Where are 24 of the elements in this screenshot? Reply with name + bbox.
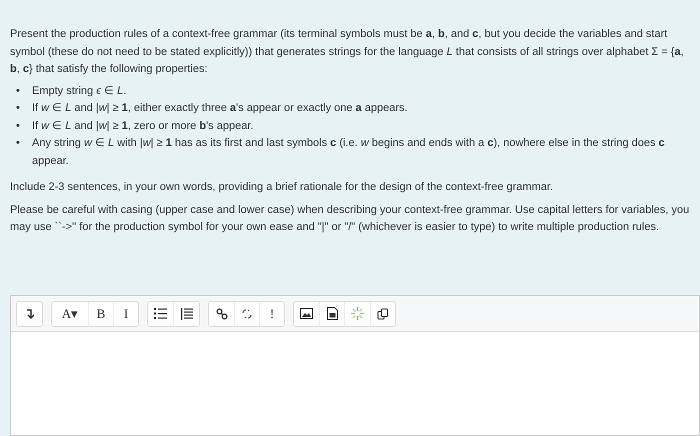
bullet: •	[16, 118, 21, 134]
instruction-text: Please be careful with casing (upper case and lower case) when describing your context-free grammar. Use capital letters for variables, you may use ``->'' for the production symbol for your own ease and "|" or "/" (whichever is easier to type) to write multiple production rules.	[10, 202, 690, 235]
format-button[interactable]: B	[88, 302, 113, 326]
property-item: If w ∈ L and |w| ≥ 1, zero or more b's appear.	[32, 118, 254, 134]
image-icon	[300, 308, 313, 319]
numbered-list-icon	[180, 308, 193, 320]
media-file-icon	[326, 307, 338, 320]
bullet: •	[16, 136, 21, 151]
format-button[interactable]: !	[259, 302, 284, 326]
instruction-text: Include 2-3 sentences, in your own words, providing a brief rationale for the design of the context-free grammar.	[10, 180, 554, 195]
property-item: If w ∈ L and |w| ≥ 1, either exactly three a's appear or exactly one a appears.	[32, 101, 408, 116]
question-text: Present the production rules of a context-free grammar (its terminal symbols must be a, b, and c, but you decide the variables and start symbol (these do not need to be stated explicitly)) that generates strings for the language L that consists of all strings over alphabet Σ = {a, b, c} that satisfy the following properties:	[10, 27, 685, 77]
text-editor[interactable]: A▾ B I !	[10, 295, 700, 436]
property-item: Empty string ϵ ∈ L.	[32, 84, 126, 98]
link-icon	[216, 308, 228, 320]
property-item: Any string w ∈ L with |w| ≥ 1 has as its first and last symbols c (i.e. w begins and ends with a c), nowhere else in the string does c appear.	[32, 136, 666, 168]
sparkle-icon	[351, 307, 364, 320]
bullet-list-icon	[154, 308, 167, 319]
format-button[interactable]: A▾	[52, 302, 88, 326]
copy-icon	[377, 308, 389, 320]
bullet: •	[16, 101, 21, 116]
bullet: •	[16, 84, 21, 98]
down-arrow-icon	[26, 308, 34, 318]
format-button[interactable]: I	[113, 302, 138, 326]
